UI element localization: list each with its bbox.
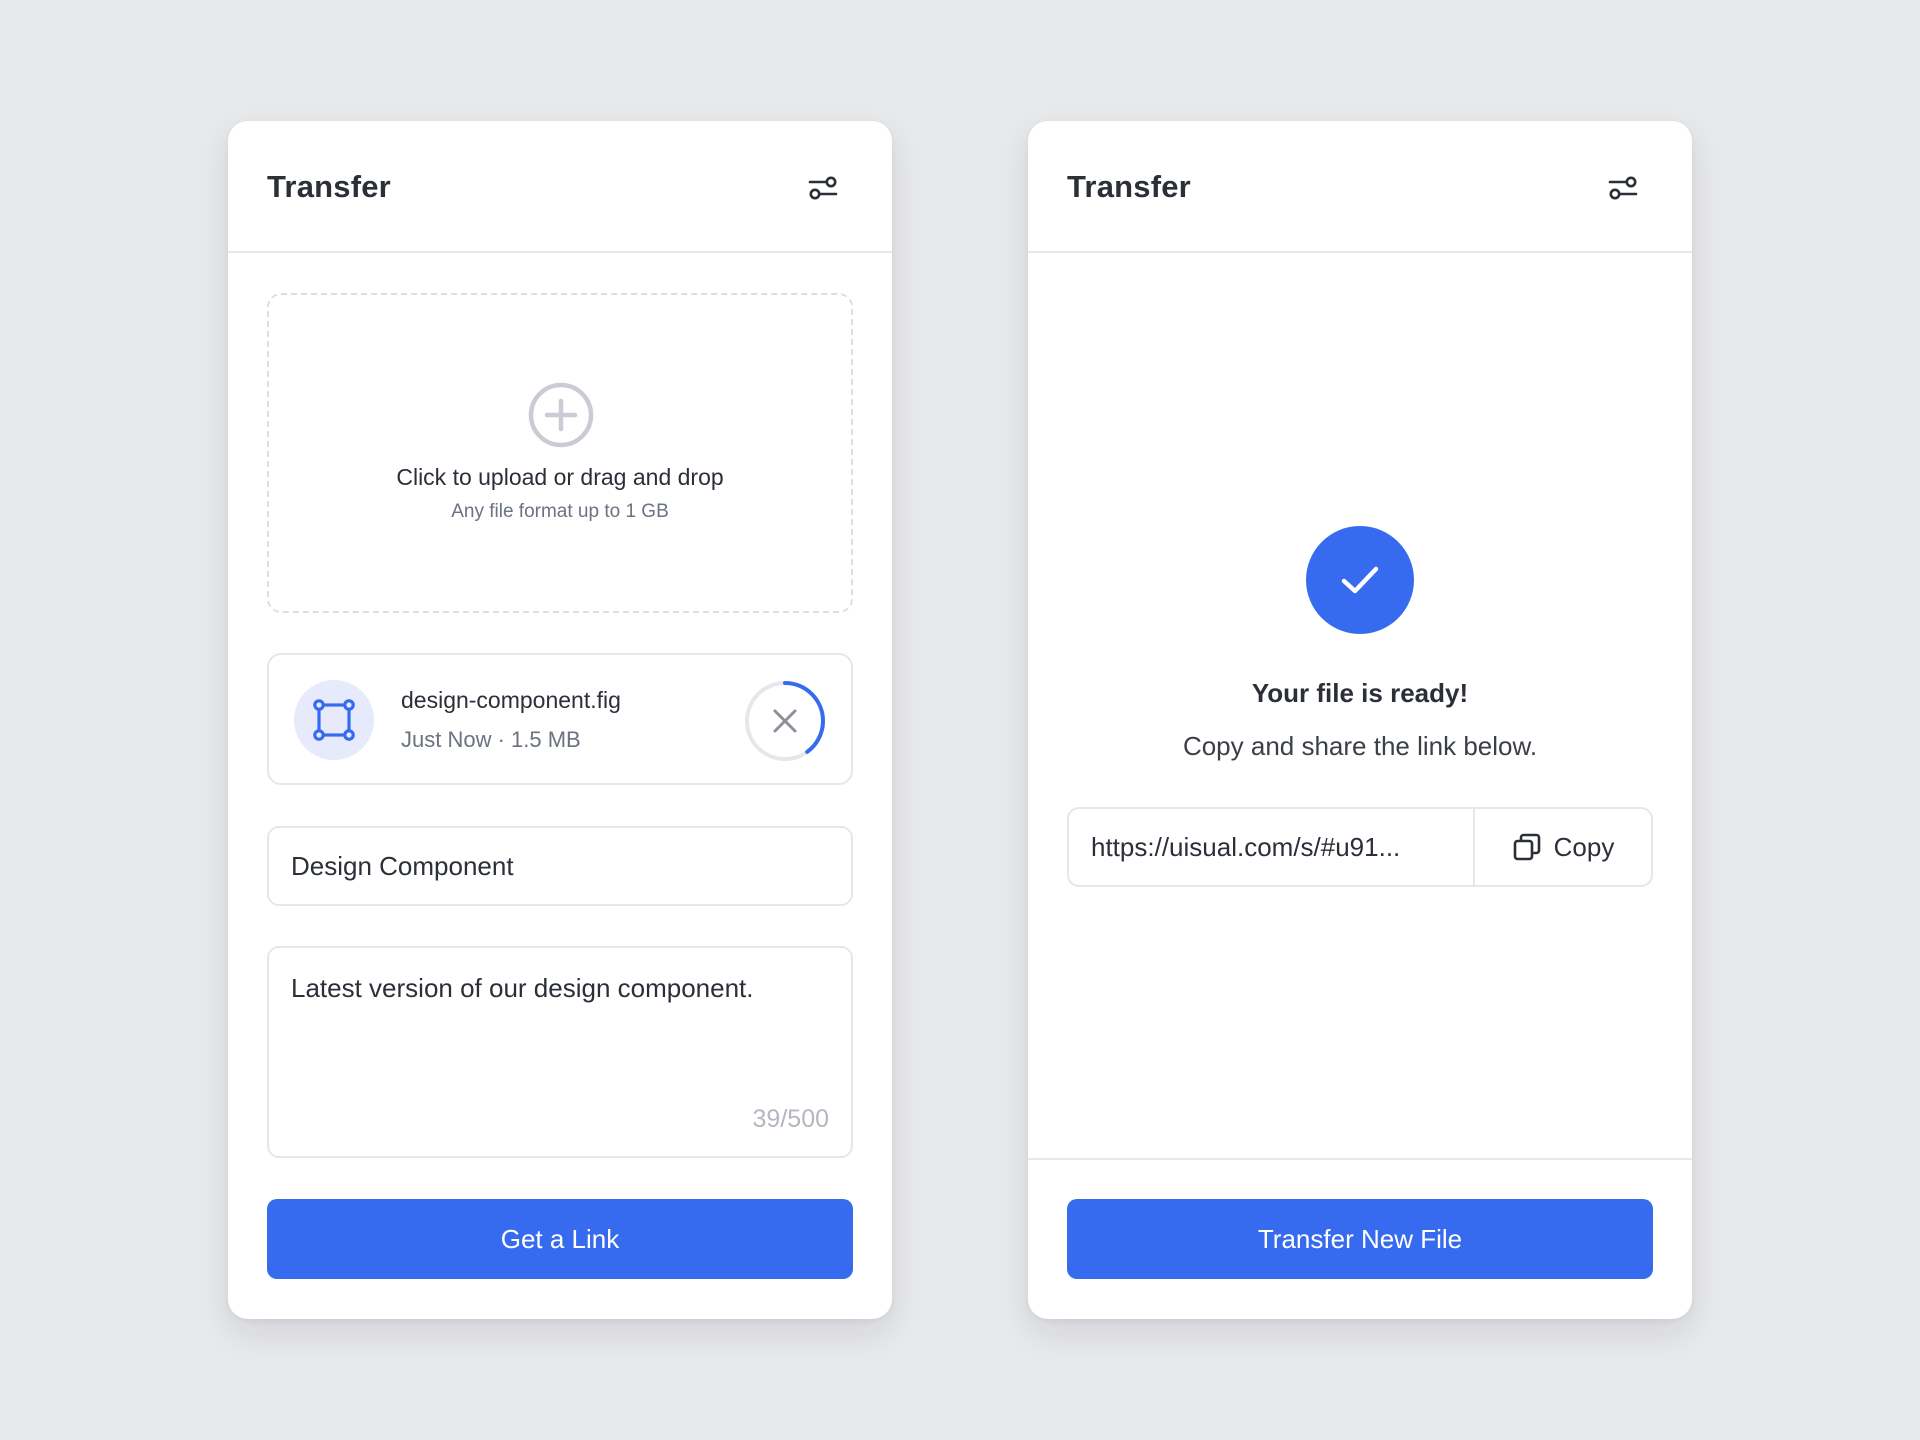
check-icon [1341, 566, 1379, 594]
close-icon [773, 709, 797, 733]
plus-circle-icon [528, 382, 594, 448]
share-link-field: https://uisual.com/s/#u91... Copy [1067, 807, 1653, 887]
upload-panel: Transfer Click to upload or drag and dro… [228, 121, 892, 1319]
share-link-url[interactable]: https://uisual.com/s/#u91... [1091, 809, 1461, 885]
file-name: design-component.fig [401, 687, 621, 713]
settings-button[interactable] [1606, 171, 1640, 205]
success-badge [1306, 526, 1414, 634]
uploading-file-item: design-component.fig Just Now · 1.5 MB [267, 653, 853, 785]
frame-icon [313, 699, 355, 741]
copy-label: Copy [1553, 831, 1615, 862]
panel-title: Transfer [267, 169, 391, 204]
transfer-title-input[interactable]: Design Component [267, 826, 853, 906]
panel-title: Transfer [1067, 169, 1191, 204]
get-link-button[interactable]: Get a Link [267, 1199, 853, 1279]
dropzone-subtitle: Any file format up to 1 GB [451, 501, 669, 522]
dropzone-title: Click to upload or drag and drop [396, 464, 724, 490]
message-text: Latest version of our design component. [291, 973, 754, 1003]
footer-divider [1028, 1158, 1692, 1160]
upload-progress-ring [745, 681, 825, 761]
file-meta: Just Now · 1.5 MB [401, 727, 581, 752]
file-type-badge [294, 680, 374, 760]
copy-link-button[interactable]: Copy [1473, 809, 1651, 885]
character-count: 39/500 [752, 1105, 829, 1133]
sliders-icon [1608, 176, 1638, 200]
panel-header: Transfer [228, 121, 892, 253]
success-subtitle: Copy and share the link below. [1182, 731, 1538, 761]
copy-icon [1513, 833, 1540, 861]
upload-dropzone[interactable]: Click to upload or drag and drop Any fil… [267, 293, 853, 613]
transfer-new-file-button[interactable]: Transfer New File [1067, 1199, 1653, 1279]
sliders-icon [808, 176, 838, 200]
panel-header: Transfer [1028, 121, 1692, 253]
success-panel: Transfer Your file is ready! Copy and sh… [1028, 121, 1692, 1319]
settings-button[interactable] [806, 171, 840, 205]
cancel-upload-button[interactable] [743, 679, 827, 763]
success-title: Your file is ready! [1251, 678, 1469, 708]
transfer-message-textarea[interactable]: Latest version of our design component. … [267, 946, 853, 1158]
